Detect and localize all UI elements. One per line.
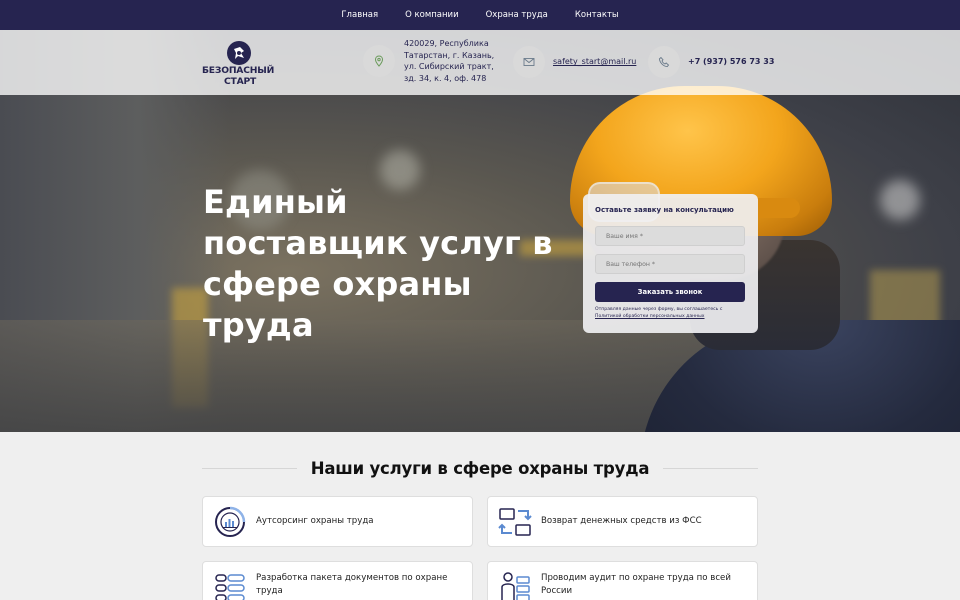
mail-icon [513, 46, 545, 78]
phone-link[interactable]: +7 (937) 576 73 33 [688, 56, 774, 68]
form-consent-note: Отправляя данные через форму, вы соглаша… [595, 307, 745, 320]
address-text: 420029, Республика Татарстан, г. Казань,… [404, 39, 495, 83]
form-title: Оставьте заявку на консультацию [595, 206, 734, 214]
money-return-icon [497, 504, 533, 540]
email-link[interactable]: safety_start@mail.ru [553, 56, 636, 68]
logo-text-line1: БЕЗОПАСНЫЙ [202, 65, 275, 76]
nav-item-home[interactable]: Главная [341, 10, 378, 20]
divider [663, 467, 758, 469]
services-heading: Наши услуги в сфере охраны труда [310, 458, 650, 478]
nav-item-contacts[interactable]: Контакты [575, 10, 619, 20]
top-nav: Главная О компании Охрана труда Контакты [0, 0, 960, 30]
service-label: Проводим аудит по охране труда по всей Р… [541, 573, 731, 596]
service-card-audit[interactable]: Проводим аудит по охране труда по всей Р… [487, 561, 758, 600]
consent-text: Отправляя данные через форму, вы соглаша… [595, 307, 723, 312]
service-card-fss-refund[interactable]: Возврат денежных средств из ФСС [487, 496, 758, 547]
audit-person-icon [497, 570, 533, 600]
service-label: Разработка пакета документов по охране т… [256, 573, 448, 596]
service-card-outsourcing[interactable]: Аутсорсинг охраны труда [202, 496, 473, 547]
phone-icon [648, 46, 680, 78]
logo-text-line2: СТАРТ [224, 76, 257, 87]
divider [202, 467, 297, 469]
header-address: 420029, Республика Татарстан, г. Казань,… [363, 38, 506, 84]
nav-item-labor-safety[interactable]: Охрана труда [486, 10, 548, 20]
logo-emblem-icon [227, 41, 251, 65]
hero-title: Единый поставщик услуг в сфере охраны тр… [203, 183, 553, 344]
outsourcing-chart-icon [212, 504, 248, 540]
service-card-documents[interactable]: Разработка пакета документов по охране т… [202, 561, 473, 600]
name-input[interactable] [595, 226, 745, 246]
consultation-form: Оставьте заявку на консультацию Заказать… [583, 194, 758, 333]
services-heading-row: Наши услуги в сфере охраны труда [202, 456, 758, 480]
site-header: БЕЗОПАСНЫЙ СТАРТ 420029, Республика Тата… [0, 30, 960, 95]
privacy-policy-link[interactable]: Политикой обработки персональных данных [595, 314, 705, 319]
nav-item-about[interactable]: О компании [405, 10, 459, 20]
service-label: Возврат денежных средств из ФСС [541, 516, 702, 527]
header-phone[interactable]: +7 (937) 576 73 33 [648, 46, 774, 78]
services-section: Наши услуги в сфере охраны труда Аутсорс… [0, 432, 960, 600]
header-email[interactable]: safety_start@mail.ru [513, 46, 636, 78]
bokeh-light [880, 180, 920, 220]
documents-list-icon [212, 570, 248, 600]
service-label: Аутсорсинг охраны труда [256, 516, 374, 527]
phone-input[interactable] [595, 254, 745, 274]
location-icon [363, 45, 395, 77]
order-call-button[interactable]: Заказать звонок [595, 282, 745, 302]
company-logo[interactable]: БЕЗОПАСНЫЙ СТАРТ [202, 41, 282, 87]
